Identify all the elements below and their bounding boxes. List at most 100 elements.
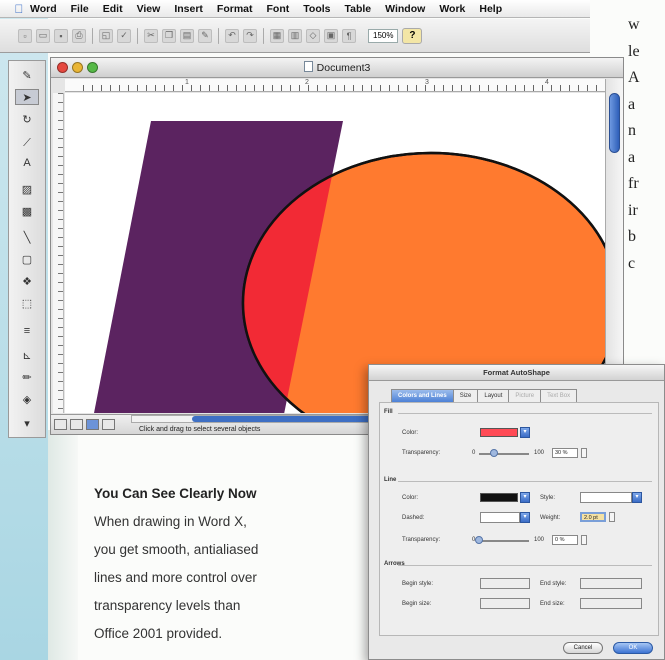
begin-size-select <box>480 598 530 609</box>
outline-view-button[interactable] <box>102 419 115 430</box>
fill-color-dropdown-icon[interactable]: ▾ <box>520 427 530 438</box>
end-style-label: End style: <box>540 581 567 587</box>
group-icon[interactable]: ❖ <box>15 273 39 289</box>
colors-and-lines-panel: Fill Color: ▾ Transparency: 0 100 30 % L… <box>379 402 659 636</box>
line-dashed-select[interactable] <box>480 512 520 523</box>
menu-view[interactable]: View <box>137 3 161 15</box>
line-style-select[interactable] <box>580 492 632 503</box>
copy-icon[interactable]: ❐ <box>162 28 176 43</box>
menu-word[interactable]: Word <box>30 3 57 15</box>
drawing-toolbar: ✎ ➤ ↻ ⟋ A ▨ ▩ ╲ ▢ ❖ ⬚ ≡ ⊾ ✏ ◈ ▾ <box>8 60 46 438</box>
menu-work[interactable]: Work <box>439 3 465 15</box>
line-color-dropdown-icon[interactable]: ▾ <box>520 492 530 503</box>
line-style-icon[interactable]: ≡ <box>15 323 39 339</box>
line-transparency-slider[interactable] <box>479 540 529 542</box>
line-group-divider <box>398 481 652 482</box>
line-color-swatch[interactable] <box>480 493 518 502</box>
tab-size[interactable]: Size <box>452 389 479 402</box>
ok-button[interactable]: OK <box>613 642 653 654</box>
menu-help[interactable]: Help <box>479 3 502 15</box>
line-color-icon[interactable]: ✏ <box>15 369 39 385</box>
tables-icon[interactable]: ▦ <box>270 28 284 43</box>
format-painter-icon[interactable]: ✎ <box>198 28 212 43</box>
caption-line: you get smooth, antialiased <box>94 542 259 557</box>
menu-window[interactable]: Window <box>385 3 425 15</box>
cancel-button[interactable]: Cancel <box>563 642 603 654</box>
draw-menu-icon[interactable]: ✎ <box>15 67 39 83</box>
fill-group-label: Fill <box>384 409 393 415</box>
window-title: Document3 <box>51 61 623 74</box>
apple-menu-icon[interactable]:  <box>8 2 30 16</box>
shadow-icon[interactable]: ⊾ <box>15 347 39 363</box>
online-layout-button[interactable] <box>70 419 83 430</box>
spelling-icon[interactable]: ✓ <box>117 28 131 43</box>
menu-edit[interactable]: Edit <box>103 3 123 15</box>
show-hide-icon[interactable]: ¶ <box>342 28 356 43</box>
magazine-page: { "menubar": { "items": ["Word","File","… <box>0 0 665 660</box>
help-button[interactable]: ? <box>402 27 423 44</box>
rotate-icon[interactable]: ↻ <box>15 111 39 127</box>
fill-transparency-slider[interactable] <box>479 453 529 455</box>
fill-color-swatch[interactable] <box>480 428 518 437</box>
menu-font[interactable]: Font <box>267 3 290 15</box>
tab-colors-and-lines[interactable]: Colors and Lines <box>391 389 454 402</box>
line-dashed-dropdown-icon[interactable]: ▾ <box>520 512 530 523</box>
dialog-title[interactable]: Format AutoShape <box>369 365 664 381</box>
autoshapes-icon[interactable]: ⟋ <box>15 135 39 151</box>
fill-transparency-field[interactable]: 30 % <box>552 448 578 458</box>
paste-icon[interactable]: ▤ <box>180 28 194 43</box>
print-preview-icon[interactable]: ◱ <box>99 28 113 43</box>
line-style-dropdown-icon[interactable]: ▾ <box>632 492 642 503</box>
save-icon[interactable]: ▪ <box>54 28 68 43</box>
format-autoshape-dialog: Format AutoShape Colors and Lines Size L… <box>368 364 665 660</box>
menu-file[interactable]: File <box>71 3 89 15</box>
line-weight-stepper[interactable] <box>609 512 615 522</box>
toolbar-separator <box>263 27 264 44</box>
horizontal-ruler[interactable]: 1 2 3 4 <box>65 79 605 92</box>
document-map-icon[interactable]: ▣ <box>324 28 338 43</box>
document-icon <box>303 61 313 72</box>
clip-art-icon[interactable]: ▨ <box>15 181 39 197</box>
vertical-ruler-ticks <box>58 93 63 413</box>
vertical-ruler[interactable] <box>53 93 64 413</box>
fill-transparency-knob[interactable] <box>490 449 498 457</box>
font-color-icon[interactable]: ▾ <box>15 415 39 431</box>
drawing-icon[interactable]: ◇ <box>306 28 320 43</box>
line-dashed-label: Dashed: <box>402 515 425 521</box>
line-style-label: Style: <box>540 495 556 501</box>
menu-insert[interactable]: Insert <box>174 3 203 15</box>
print-icon[interactable]: ⎙ <box>72 28 86 43</box>
window-titlebar[interactable]: Document3 <box>51 58 623 78</box>
new-document-icon[interactable]: ▫ <box>18 28 32 43</box>
line-transparency-field[interactable]: 0 % <box>552 535 578 545</box>
fill-icon[interactable]: ⬚ <box>15 295 39 311</box>
line-transparency-max: 100 <box>534 537 545 543</box>
fill-color-icon[interactable]: ◈ <box>15 391 39 407</box>
open-icon[interactable]: ▭ <box>36 28 50 43</box>
article-line: le <box>628 42 640 60</box>
page-layout-button[interactable] <box>86 419 99 430</box>
wordart-icon[interactable]: A <box>15 155 39 171</box>
page-shadow <box>48 430 78 660</box>
fill-transparency-stepper[interactable] <box>581 448 587 458</box>
columns-icon[interactable]: ▥ <box>288 28 302 43</box>
menu-tools[interactable]: Tools <box>303 3 330 15</box>
menu-table[interactable]: Table <box>345 3 372 15</box>
line-transparency-knob[interactable] <box>475 536 483 544</box>
begin-style-select <box>480 578 530 589</box>
vertical-scroll-thumb[interactable] <box>609 93 620 153</box>
line-icon[interactable]: ╲ <box>15 229 39 245</box>
line-transparency-stepper[interactable] <box>581 535 587 545</box>
zoom-select[interactable]: 150% <box>368 28 399 43</box>
undo-icon[interactable]: ↶ <box>225 28 239 43</box>
normal-view-button[interactable] <box>54 419 67 430</box>
menu-format[interactable]: Format <box>217 3 253 15</box>
arrows-group-divider <box>398 565 652 566</box>
rectangle-icon[interactable]: ▢ <box>15 251 39 267</box>
redo-icon[interactable]: ↷ <box>243 28 257 43</box>
picture-icon[interactable]: ▩ <box>15 203 39 219</box>
line-weight-field[interactable]: 2.0 pt <box>580 512 606 522</box>
tab-layout[interactable]: Layout <box>477 389 510 402</box>
cut-icon[interactable]: ✂ <box>144 28 158 43</box>
select-arrow-icon[interactable]: ➤ <box>15 89 39 105</box>
